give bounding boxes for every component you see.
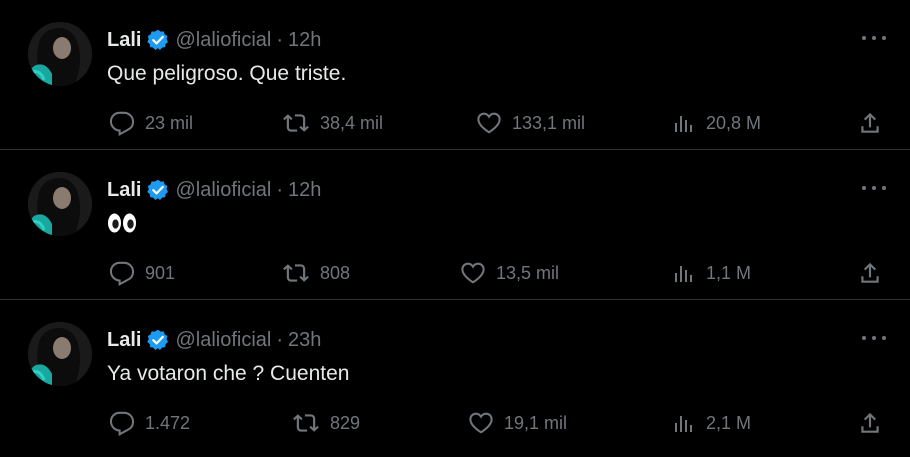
repost-button[interactable]: 808 (282, 258, 350, 288)
reply-button[interactable]: 901 (109, 258, 175, 288)
reply-count: 901 (145, 262, 176, 283)
like-button[interactable]: 133,1 mil (476, 108, 585, 138)
action-bar: 23 mil 38,4 mil 133,1 mil 20,8 M (107, 108, 887, 138)
separator: · (276, 28, 284, 51)
tweet-text: Ya votaron che ? Cuenten (107, 362, 350, 385)
like-count: 19,1 mil (504, 412, 568, 433)
reply-icon (109, 261, 135, 286)
avatar-photo (28, 22, 92, 86)
handle[interactable]: @lalioficial (175, 179, 271, 202)
tweet-text: Que peligroso. Que triste. (107, 62, 347, 85)
views-icon (675, 266, 692, 282)
tweet[interactable]: Lali @lalioficial · 12h Que peligroso. Q… (0, 0, 910, 150)
views-button[interactable]: 1,1 M (672, 258, 751, 288)
more-icon[interactable] (862, 28, 886, 48)
reply-count: 23 mil (145, 112, 194, 133)
like-icon (469, 412, 493, 434)
reply-icon (109, 111, 135, 136)
verified-badge-icon (147, 329, 169, 351)
repost-count: 808 (320, 262, 351, 283)
timestamp[interactable]: 12h (288, 29, 321, 52)
like-count: 13,5 mil (496, 262, 560, 283)
views-icon (675, 116, 692, 132)
tweet-feed: Lali @lalioficial · 12h Que peligroso. Q… (0, 0, 910, 457)
repost-button[interactable]: 829 (292, 408, 360, 438)
views-button[interactable]: 2,1 M (672, 408, 751, 438)
avatar[interactable] (28, 322, 92, 386)
tweet-header: Lali @lalioficial · 23h (107, 326, 321, 354)
reply-icon (109, 411, 135, 436)
timestamp[interactable]: 23h (288, 329, 321, 352)
tweet-header: Lali @lalioficial · 12h (107, 26, 321, 54)
display-name[interactable]: Lali (107, 329, 141, 352)
tweet[interactable]: Lali @lalioficial · 23h Ya votaron che ?… (0, 300, 910, 457)
tweet-text: 👀 (107, 212, 137, 240)
views-button[interactable]: 20,8 M (672, 108, 761, 138)
repost-count: 829 (330, 412, 361, 433)
handle[interactable]: @lalioficial (175, 29, 271, 52)
separator: · (276, 328, 284, 351)
views-count: 20,8 M (706, 112, 762, 133)
share-icon (861, 262, 879, 283)
display-name[interactable]: Lali (107, 29, 141, 52)
like-count: 133,1 mil (512, 112, 586, 133)
more-icon[interactable] (862, 328, 886, 348)
share-button[interactable] (857, 408, 883, 438)
views-count: 2,1 M (706, 412, 752, 433)
avatar[interactable] (28, 22, 92, 86)
reply-button[interactable]: 23 mil (109, 108, 193, 138)
verified-badge-icon (147, 29, 169, 51)
share-icon (861, 112, 879, 133)
share-button[interactable] (857, 108, 883, 138)
avatar-photo (28, 172, 92, 236)
separator: · (276, 178, 284, 201)
reply-count: 1.472 (145, 412, 191, 433)
verified-badge-icon (147, 179, 169, 201)
views-count: 1,1 M (706, 262, 752, 283)
repost-count: 38,4 mil (320, 112, 384, 133)
reply-button[interactable]: 1.472 (109, 408, 190, 438)
handle[interactable]: @lalioficial (175, 329, 271, 352)
display-name[interactable]: Lali (107, 179, 141, 202)
timestamp[interactable]: 12h (288, 179, 321, 202)
repost-icon (293, 414, 319, 432)
like-button[interactable]: 13,5 mil (460, 258, 559, 288)
avatar[interactable] (28, 172, 92, 236)
tweet[interactable]: Lali @lalioficial · 12h 👀 (0, 150, 910, 300)
repost-icon (283, 114, 309, 132)
avatar-photo (28, 322, 92, 386)
share-icon (861, 412, 879, 433)
views-icon (675, 416, 692, 432)
action-bar: 1.472 829 19,1 mil 2,1 M (107, 408, 887, 438)
more-icon[interactable] (862, 178, 886, 198)
tweet-header: Lali @lalioficial · 12h (107, 176, 321, 204)
share-button[interactable] (857, 258, 883, 288)
repost-button[interactable]: 38,4 mil (282, 108, 383, 138)
eyes-emoji (108, 213, 136, 233)
like-icon (477, 112, 501, 134)
repost-icon (283, 264, 309, 282)
action-bar: 901 808 13,5 mil 1,1 M (107, 258, 887, 288)
like-button[interactable]: 19,1 mil (468, 408, 567, 438)
like-icon (461, 262, 485, 284)
